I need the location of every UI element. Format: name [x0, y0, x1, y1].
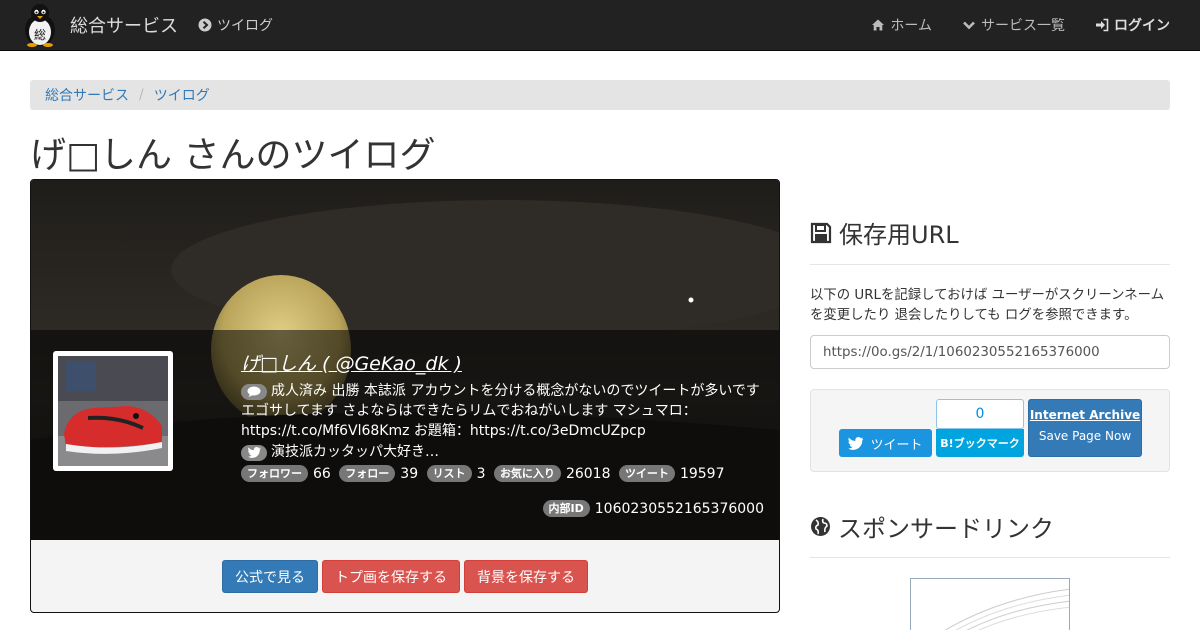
- breadcrumb: 総合サービス / ツイログ: [30, 80, 1170, 110]
- sponsored-ad-banner[interactable]: [910, 578, 1070, 630]
- brand-link[interactable]: 総 総合サービス: [20, 3, 178, 47]
- internal-id: 内部ID 1060230552165376000: [542, 500, 764, 517]
- internal-id-value: 1060230552165376000: [594, 501, 764, 517]
- stat-value-favorites: 26018: [565, 466, 611, 482]
- twitter-bird-icon: [241, 444, 267, 461]
- profile-card: げ□しん ( @GeKao_dk ) 成人済み 出勝 本誌派 アカウントを分ける…: [30, 179, 780, 613]
- hatena-bookmark-button[interactable]: B!ブックマーク: [936, 429, 1024, 457]
- save-avatar-button[interactable]: トプ画を保存する: [322, 560, 460, 593]
- top-navbar: 総 総合サービス ツイログ ホーム サービス一覧 ログイン: [0, 0, 1200, 51]
- nav-right-menu: ホーム サービス一覧 ログイン: [841, 0, 1170, 50]
- twitter-bird-icon: [848, 436, 864, 450]
- penguin-logo-icon: 総: [25, 4, 55, 47]
- home-icon: [872, 19, 885, 31]
- nav-tsuilog-link[interactable]: ツイログ: [198, 0, 273, 50]
- share-buttons-well: ツイート 0 B!ブックマーク Internet Archive Save Pa…: [810, 389, 1170, 472]
- stat-label-followers: フォロワー: [241, 465, 308, 482]
- logo-glyph: 総: [34, 28, 46, 42]
- card-buttons: 公式で見る トプ画を保存する 背景を保存する: [31, 560, 779, 593]
- save-url-title: 保存用URL: [839, 221, 959, 249]
- tweet-button-label: ツイート: [870, 437, 923, 453]
- sponsor-title: スポンサードリンク: [838, 515, 1054, 543]
- profile-name-link[interactable]: げ□しん ( @GeKao_dk ): [241, 352, 769, 376]
- profile-stats: フォロワー 66 フォロー 39 リスト 3 お気に入り 26018 ツイート 19597: [241, 464, 769, 484]
- profile-location: 演技派カッタッパ大好き…: [241, 442, 769, 462]
- internet-archive-subtitle: Save Page Now: [1038, 429, 1132, 443]
- stat-label-tweets: ツイート: [618, 465, 675, 482]
- bio-line-1: 成人済み 出勝 本誌派 アカウントを分ける概念がないのでツイートが多いです: [271, 383, 760, 399]
- nav-home-label: ホーム: [890, 18, 932, 34]
- stat-label-lists: リスト: [426, 465, 472, 482]
- internet-archive-button[interactable]: Internet Archive Save Page Now: [1028, 399, 1142, 457]
- breadcrumb-tsuilog-link[interactable]: ツイログ: [154, 85, 210, 105]
- internet-archive-title: Internet Archive: [1029, 408, 1141, 422]
- save-background-button[interactable]: 背景を保存する: [464, 560, 588, 593]
- comment-icon: [241, 383, 267, 400]
- save-url-heading: 保存用URL: [810, 215, 959, 250]
- save-url-description: 以下の URLを記録しておけば ユーザーがスクリーンネームを変更したり 退会した…: [810, 288, 1165, 323]
- sign-in-icon: [1096, 18, 1109, 32]
- hatena-bookmark-count[interactable]: 0: [936, 399, 1024, 429]
- page-title: げ□しん さんのツイログ: [30, 135, 436, 176]
- bio-line-2: エゴサしてます さよならはできたらリムでおねがいします マシュマロ：: [241, 403, 697, 419]
- globe-icon: [811, 517, 830, 536]
- stat-value-followers: 66: [313, 466, 331, 482]
- bio-line-3: https://t.co/Mf6Vl68Kmz お題箱：https://t.co…: [241, 423, 646, 439]
- nav-login[interactable]: ログイン: [1095, 15, 1170, 35]
- location-text: 演技派カッタッパ大好き…: [271, 444, 439, 460]
- divider: [810, 264, 1170, 265]
- chevron-circle-right-icon: [198, 18, 212, 32]
- nav-login-label: ログイン: [1114, 18, 1170, 34]
- profile-bio: 成人済み 出勝 本誌派 アカウントを分ける概念がないのでツイートが多いです エゴ…: [241, 381, 769, 441]
- stat-value-tweets: 19597: [679, 466, 725, 482]
- sponsor-heading: スポンサードリンク: [810, 509, 1054, 544]
- floppy-disk-icon: [810, 222, 832, 243]
- ad-image: [944, 588, 1069, 630]
- stat-label-following: フォロー: [339, 465, 396, 482]
- chevron-down-icon: [963, 21, 975, 30]
- brand-name: 総合サービス: [70, 16, 178, 37]
- nav-tsuilog-label: ツイログ: [217, 18, 273, 34]
- stat-label-favorites: お気に入り: [493, 465, 561, 482]
- avatar-image: [58, 356, 168, 466]
- profile-info: げ□しん ( @GeKao_dk ) 成人済み 出勝 本誌派 アカウントを分ける…: [241, 352, 769, 484]
- view-official-button[interactable]: 公式で見る: [222, 560, 318, 593]
- profile-avatar[interactable]: [53, 351, 173, 471]
- nav-home[interactable]: ホーム: [871, 15, 932, 35]
- breadcrumb-home-link[interactable]: 総合サービス: [45, 85, 129, 105]
- divider: [810, 557, 1170, 558]
- nav-services-dropdown[interactable]: サービス一覧: [962, 15, 1065, 35]
- tweet-button[interactable]: ツイート: [839, 429, 932, 457]
- breadcrumb-separator: /: [139, 87, 144, 103]
- stat-value-lists: 3: [476, 466, 486, 482]
- internal-id-label: 内部ID: [542, 500, 590, 517]
- nav-services-label: サービス一覧: [981, 18, 1065, 34]
- save-url-input[interactable]: [810, 335, 1170, 369]
- stat-value-following: 39: [400, 466, 419, 482]
